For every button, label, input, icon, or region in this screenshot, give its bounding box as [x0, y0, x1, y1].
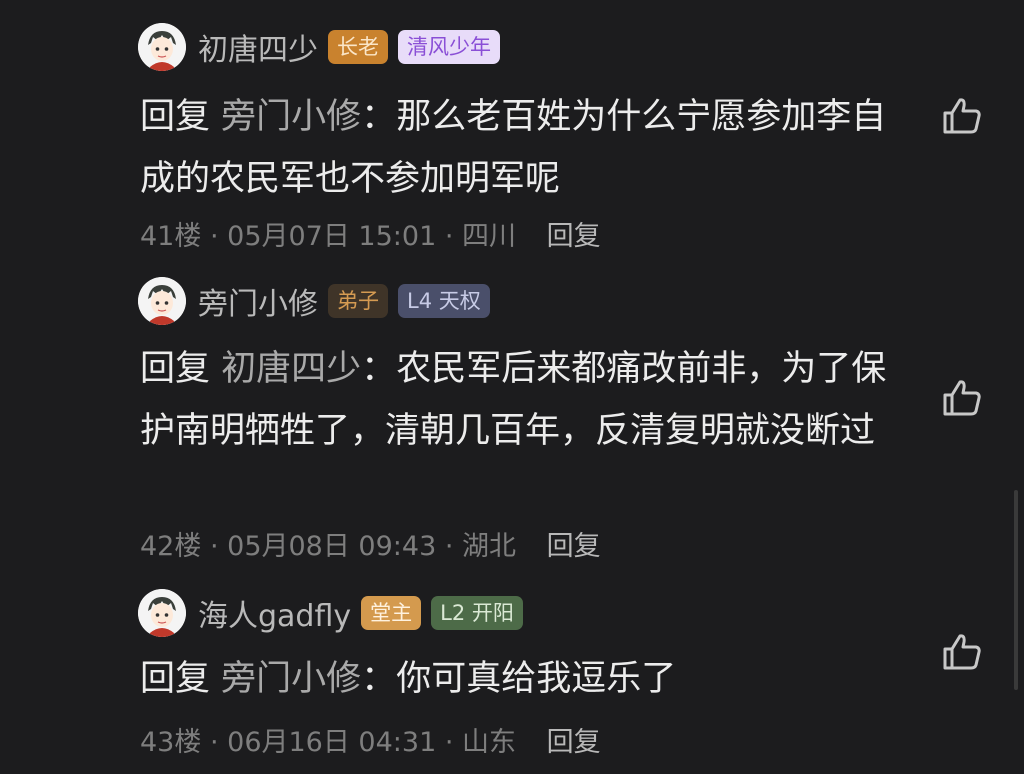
- avatar[interactable]: [138, 589, 186, 637]
- comment-content: 你可真给我逗乐了: [396, 659, 677, 699]
- level-badge: 堂主: [361, 596, 422, 630]
- thumbs-up-icon: [943, 98, 981, 134]
- meta-dot: ·: [444, 531, 454, 562]
- comment-meta: 43楼 · 06月16日 04:31 · 山东 回复: [140, 720, 601, 759]
- avatar-icon: [138, 277, 186, 325]
- thumbs-up-icon: [943, 380, 981, 416]
- timestamp: 05月08日 09:43: [227, 531, 437, 562]
- reply-target-user[interactable]: 旁门小修: [221, 97, 361, 137]
- comment-meta: 41楼 · 05月07日 15:01 · 四川 回复: [140, 214, 601, 253]
- scrollbar[interactable]: [1014, 490, 1018, 690]
- like-button[interactable]: [940, 630, 984, 674]
- like-button[interactable]: [940, 94, 984, 138]
- reply-prefix: 回复: [140, 659, 211, 699]
- floor-number: 41楼: [140, 221, 202, 252]
- avatar[interactable]: [138, 277, 186, 325]
- level-badge: 长老: [328, 30, 388, 64]
- username[interactable]: 初唐四少: [198, 25, 318, 69]
- reply-separator: ：: [361, 659, 397, 699]
- floor-number: 43楼: [140, 727, 202, 758]
- meta-dot: ·: [209, 727, 219, 758]
- reply-separator: ：: [361, 349, 397, 389]
- location: 四川: [462, 221, 517, 252]
- comment-header: 海人gadfly 堂主 L2 开阳: [138, 588, 523, 638]
- comment-text[interactable]: 回复 旁门小修：那么老百姓为什么宁愿参加李自成的农民军也不参加明军呢: [140, 86, 910, 210]
- avatar-icon: [138, 589, 186, 637]
- title-badge: L2 开阳: [431, 596, 523, 630]
- comment-header: 旁门小修 弟子 L4 天权: [138, 276, 490, 326]
- reply-button[interactable]: 回复: [547, 221, 601, 252]
- reply-target-user[interactable]: 初唐四少: [221, 349, 361, 389]
- reply-prefix: 回复: [140, 349, 211, 389]
- reply-button[interactable]: 回复: [547, 727, 601, 758]
- like-button[interactable]: [940, 376, 984, 420]
- comment-header: 初唐四少 长老 清风少年: [138, 22, 500, 72]
- meta-dot: ·: [444, 727, 454, 758]
- meta-dot: ·: [444, 221, 454, 252]
- reply-button[interactable]: 回复: [547, 531, 601, 562]
- reply-prefix: 回复: [140, 97, 211, 137]
- meta-dot: ·: [209, 531, 219, 562]
- comment-text[interactable]: 回复 旁门小修：你可真给我逗乐了: [140, 648, 910, 710]
- floor-number: 42楼: [140, 531, 202, 562]
- reply-target-user[interactable]: 旁门小修: [221, 659, 361, 699]
- comment-text[interactable]: 回复 初唐四少：农民军后来都痛改前非，为了保护南明牺牲了，清朝几百年，反清复明就…: [140, 338, 910, 462]
- timestamp: 06月16日 04:31: [227, 727, 437, 758]
- avatar[interactable]: [138, 23, 186, 71]
- username[interactable]: 海人gadfly: [198, 591, 351, 635]
- avatar-icon: [138, 23, 186, 71]
- title-badge: 清风少年: [398, 30, 500, 64]
- location: 湖北: [462, 531, 517, 562]
- reply-separator: ：: [361, 97, 397, 137]
- title-badge: L4 天权: [398, 284, 490, 318]
- location: 山东: [462, 727, 517, 758]
- username[interactable]: 旁门小修: [198, 279, 318, 323]
- timestamp: 05月07日 15:01: [227, 221, 437, 252]
- comment-meta: 42楼 · 05月08日 09:43 · 湖北 回复: [140, 524, 601, 563]
- thumbs-up-icon: [943, 634, 981, 670]
- level-badge: 弟子: [328, 284, 388, 318]
- meta-dot: ·: [209, 221, 219, 252]
